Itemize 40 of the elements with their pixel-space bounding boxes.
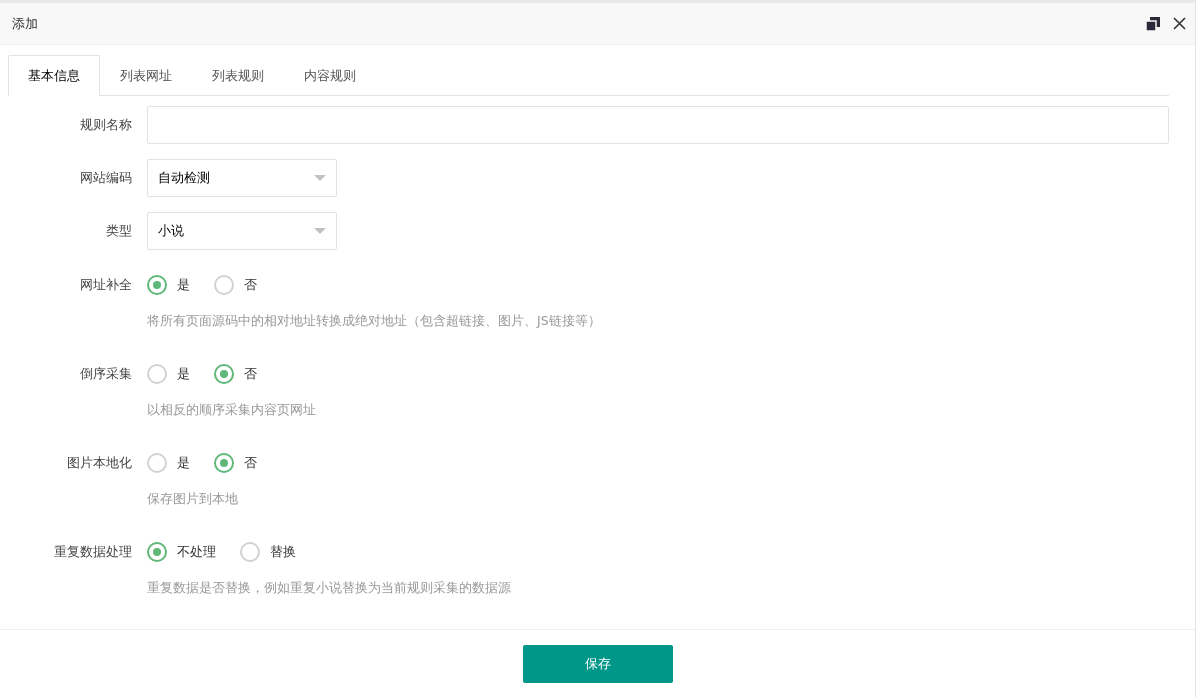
option-label: 否 <box>244 365 257 383</box>
radio-button[interactable] <box>147 275 167 295</box>
field-label: 网址补全 <box>79 276 132 294</box>
radio-button[interactable] <box>147 542 167 562</box>
select-field[interactable]: 小说 <box>147 212 337 250</box>
restore-button[interactable] <box>1145 15 1161 32</box>
radio-button[interactable] <box>240 542 260 562</box>
radio-button[interactable] <box>214 453 234 473</box>
tab[interactable]: 列表规则 <box>192 55 284 96</box>
option-label: 是 <box>177 276 190 294</box>
option-label: 是 <box>177 365 190 383</box>
option-label: 否 <box>244 454 257 472</box>
caret-icon <box>314 175 326 181</box>
field-label: 倒序采集 <box>79 365 132 383</box>
radio-button[interactable] <box>214 275 234 295</box>
save-button[interactable]: 保存 <box>522 645 673 683</box>
option-label: 替换 <box>270 543 296 561</box>
hint-text: 保存图片到本地 <box>147 490 239 508</box>
field-label: 图片本地化 <box>66 454 132 472</box>
field-label: 类型 <box>105 222 132 240</box>
caret-icon <box>314 228 326 234</box>
radio-button[interactable] <box>147 453 167 473</box>
field-label: 规则名称 <box>79 116 132 134</box>
field-label: 重复数据处理 <box>53 543 132 561</box>
hint-text: 将所有页面源码中的相对地址转换成绝对地址（包含超链接、图片、JS链接等） <box>147 312 601 330</box>
radio-button[interactable] <box>147 364 167 384</box>
tab[interactable]: 列表网址 <box>100 55 192 96</box>
select-field[interactable]: 自动检测 <box>147 159 337 197</box>
tab[interactable]: 内容规则 <box>284 55 376 96</box>
hint-text: 重复数据是否替换，例如重复小说替换为当前规则采集的数据源 <box>147 579 511 597</box>
option-label: 否 <box>244 276 257 294</box>
tab[interactable]: 基本信息 <box>8 55 100 96</box>
option-label: 不处理 <box>177 543 216 561</box>
option-label: 是 <box>177 454 190 472</box>
radio-button[interactable] <box>214 364 234 384</box>
dialog-title: 添加 <box>12 14 39 33</box>
input-field[interactable] <box>147 106 1169 144</box>
close-button[interactable] <box>1171 15 1187 32</box>
hint-text: 以相反的顺序采集内容页网址 <box>147 401 316 419</box>
field-label: 网站编码 <box>79 169 132 187</box>
